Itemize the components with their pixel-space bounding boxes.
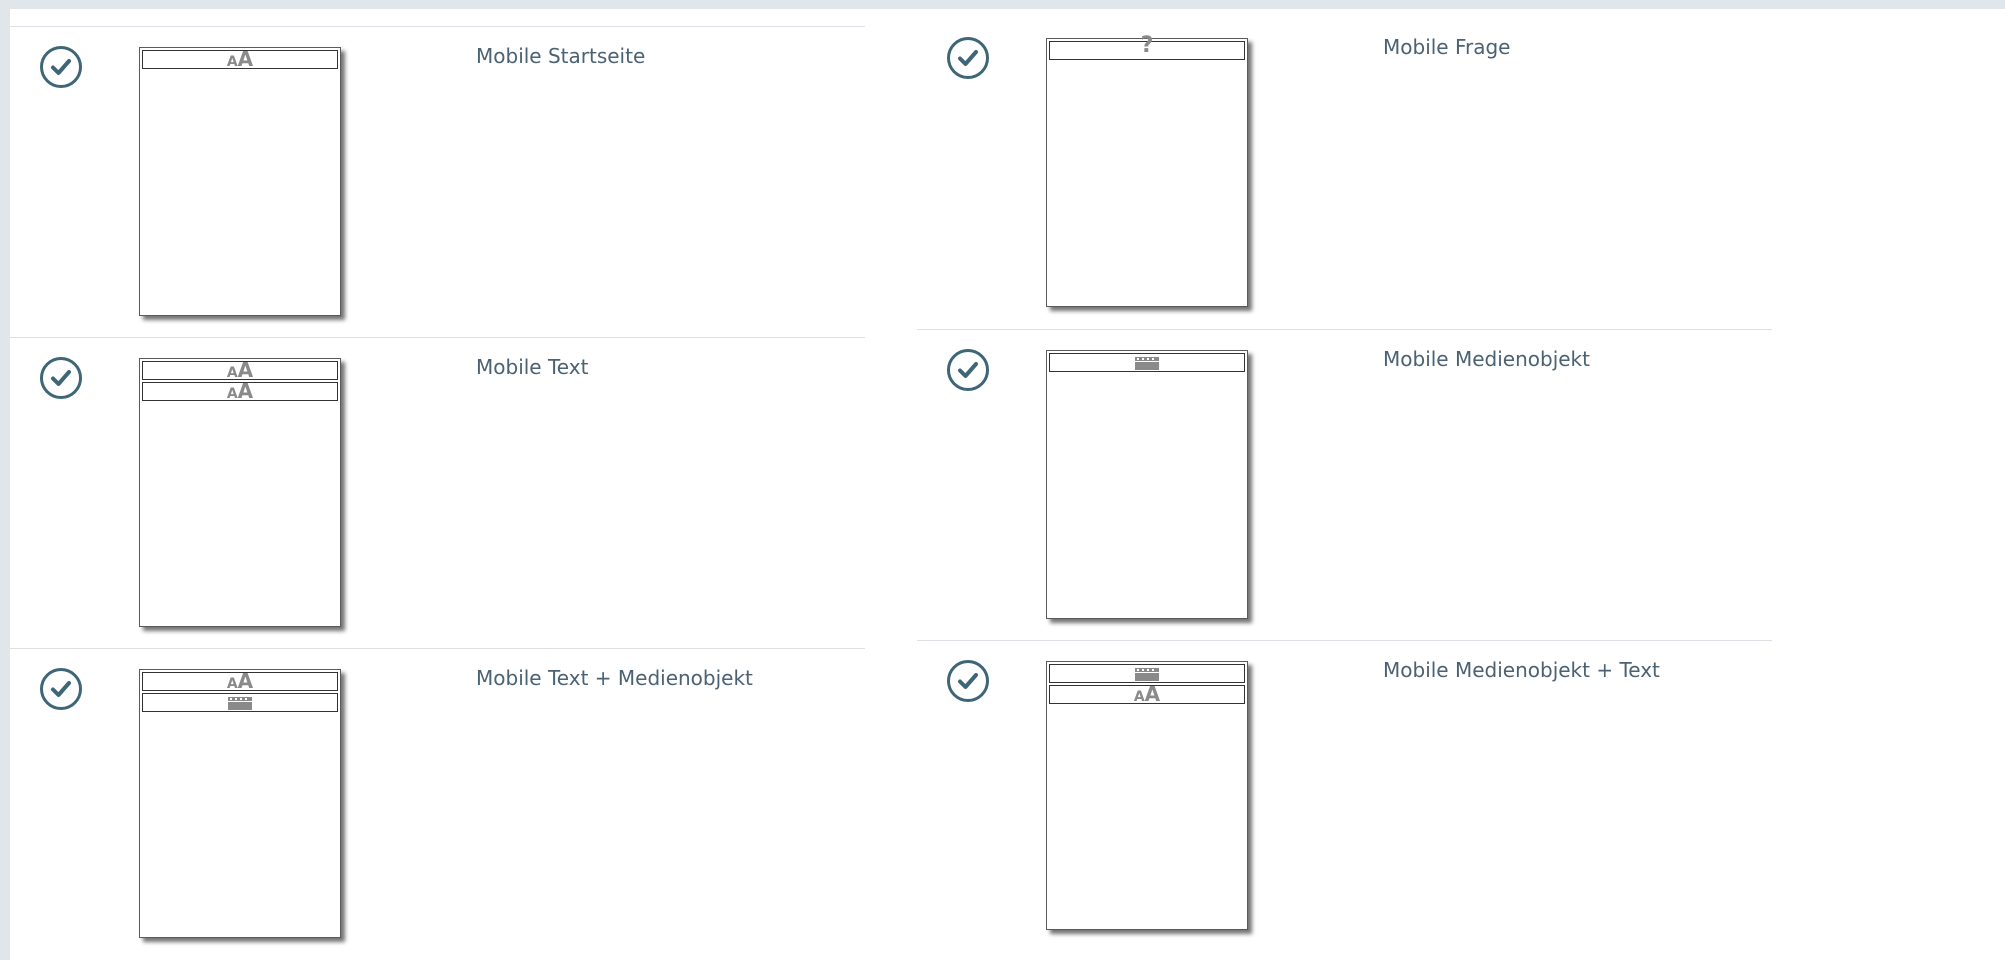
layout-option-mobile-text-medienobjekt[interactable]: AA Mobile Text + Medienobjekt bbox=[10, 648, 865, 960]
text-slot: AA bbox=[1049, 683, 1245, 705]
layout-option-mobile-medienobjekt[interactable]: Mobile Medienobjekt bbox=[917, 329, 1772, 641]
media-slot bbox=[1049, 353, 1245, 372]
layout-picker-panel: AA Mobile Startseite AA AA Mobile Text A… bbox=[10, 9, 2005, 960]
text-slot: AA bbox=[142, 670, 338, 692]
question-mark-icon: ? bbox=[1140, 33, 1154, 58]
question-slot: ? bbox=[1049, 35, 1245, 60]
layout-preview-thumbnail[interactable]: AA bbox=[139, 47, 341, 316]
layout-preview-thumbnail[interactable]: AA bbox=[1046, 661, 1248, 930]
film-icon bbox=[1135, 668, 1159, 681]
text-slot: AA bbox=[142, 359, 338, 381]
layout-preview-thumbnail[interactable] bbox=[1046, 350, 1248, 619]
layout-option-mobile-text[interactable]: AA AA Mobile Text bbox=[10, 337, 865, 649]
layout-option-mobile-medienobjekt-text[interactable]: AA Mobile Medienobjekt + Text bbox=[917, 640, 1772, 952]
font-size-icon: AA bbox=[1133, 682, 1161, 706]
film-icon bbox=[228, 697, 252, 710]
check-circle-icon[interactable] bbox=[40, 357, 82, 399]
layout-label[interactable]: Mobile Medienobjekt bbox=[1383, 347, 1590, 371]
check-circle-icon[interactable] bbox=[40, 668, 82, 710]
layout-label[interactable]: Mobile Medienobjekt + Text bbox=[1383, 658, 1660, 682]
layout-preview-thumbnail[interactable]: ? bbox=[1046, 35, 1248, 307]
layout-preview-thumbnail[interactable]: AA bbox=[139, 669, 341, 938]
layout-label[interactable]: Mobile Startseite bbox=[476, 44, 645, 68]
layout-label[interactable]: Mobile Frage bbox=[1383, 35, 1511, 59]
text-slot: AA bbox=[142, 380, 338, 402]
font-size-icon: AA bbox=[226, 669, 254, 693]
check-circle-icon[interactable] bbox=[947, 37, 989, 79]
media-slot bbox=[142, 693, 338, 712]
layout-label[interactable]: Mobile Text + Medienobjekt bbox=[476, 666, 753, 690]
layout-option-mobile-startseite[interactable]: AA Mobile Startseite bbox=[10, 26, 865, 338]
layout-label[interactable]: Mobile Text bbox=[476, 355, 588, 379]
media-slot bbox=[1049, 664, 1245, 683]
font-size-icon: AA bbox=[226, 47, 254, 71]
layout-option-mobile-frage[interactable]: ? Mobile Frage bbox=[917, 18, 1772, 329]
layout-preview-thumbnail[interactable]: AA AA bbox=[139, 358, 341, 627]
check-circle-icon[interactable] bbox=[947, 349, 989, 391]
font-size-icon: AA bbox=[226, 379, 254, 403]
text-slot: AA bbox=[142, 48, 338, 70]
check-circle-icon[interactable] bbox=[947, 660, 989, 702]
film-icon bbox=[1135, 357, 1159, 370]
check-circle-icon[interactable] bbox=[40, 46, 82, 88]
